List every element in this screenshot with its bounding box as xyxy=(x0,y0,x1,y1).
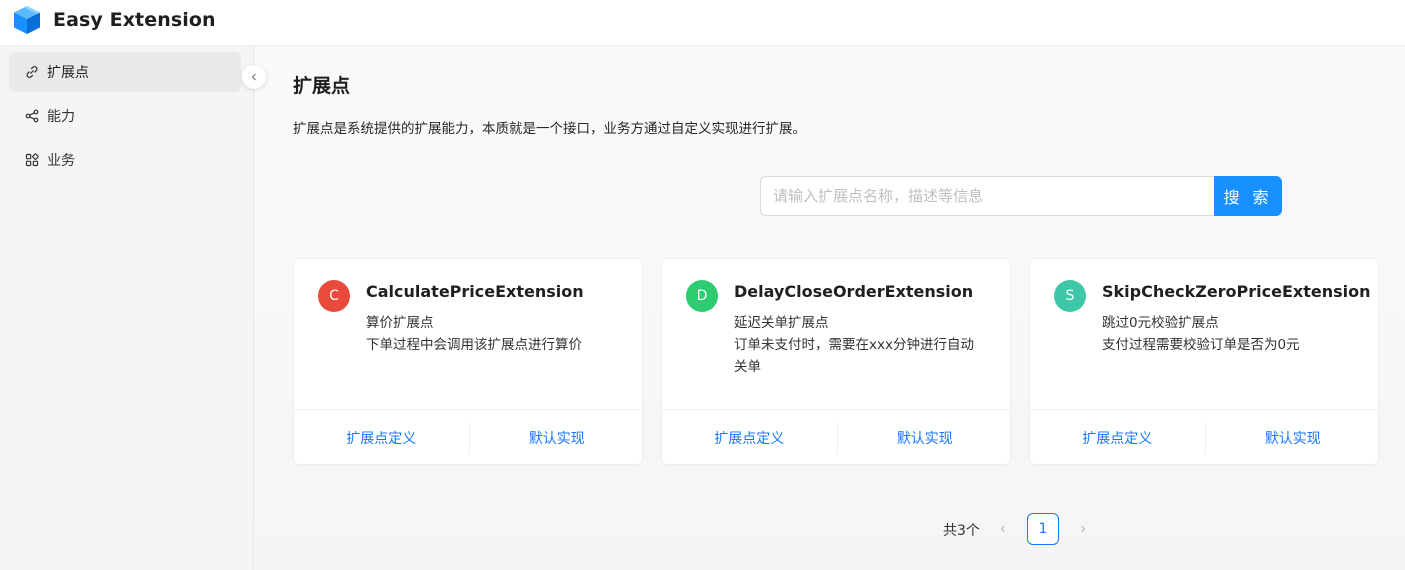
sidebar-item-business[interactable]: 业务 xyxy=(9,140,241,180)
sidebar: 扩展点 能力 业务 xyxy=(0,47,254,570)
sidebar-collapse-button[interactable] xyxy=(242,65,266,89)
chevron-right-icon xyxy=(1081,525,1086,533)
card-title[interactable]: SkipCheckZeroPriceExtension xyxy=(1102,282,1371,301)
pagination: 共3个 1 xyxy=(255,513,1405,545)
card-description-line: 支付过程需要校验订单是否为0元 xyxy=(1102,337,1300,353)
extension-definition-link[interactable]: 扩展点定义 xyxy=(294,428,469,448)
card-description: 延迟关单扩展点 订单未支付时，需要在xxx分钟进行自动关单 xyxy=(734,312,984,378)
app-title: Easy Extension xyxy=(53,9,216,31)
cube-icon xyxy=(14,6,40,34)
app-header: Easy Extension xyxy=(0,0,1405,46)
sidebar-item-capabilities[interactable]: 能力 xyxy=(9,96,241,136)
default-implementation-link[interactable]: 默认实现 xyxy=(838,428,1013,448)
card-description-line: 延迟关单扩展点 xyxy=(734,315,829,331)
default-implementation-link[interactable]: 默认实现 xyxy=(470,428,645,448)
prev-page-button[interactable] xyxy=(993,519,1013,539)
extension-definition-link[interactable]: 扩展点定义 xyxy=(662,428,837,448)
card-description-line: 算价扩展点 xyxy=(366,315,434,331)
card-title[interactable]: CalculatePriceExtension xyxy=(366,282,584,301)
sidebar-item-label: 业务 xyxy=(47,153,75,169)
card-description-line: 订单未支付时，需要在xxx分钟进行自动关单 xyxy=(734,337,974,375)
chevron-left-icon xyxy=(1000,525,1005,533)
card-actions: 扩展点定义 默认实现 xyxy=(662,409,1012,466)
default-implementation-link[interactable]: 默认实现 xyxy=(1206,428,1381,448)
next-page-button[interactable] xyxy=(1073,519,1093,539)
link-icon xyxy=(25,65,39,79)
main-content: 扩展点 扩展点是系统提供的扩展能力，本质就是一个接口，业务方通过自定义实现进行扩… xyxy=(255,47,1405,570)
extension-card: D DelayCloseOrderExtension 延迟关单扩展点 订单未支付… xyxy=(661,258,1012,466)
search-button[interactable]: 搜 索 xyxy=(1214,176,1282,216)
card-actions: 扩展点定义 默认实现 xyxy=(1030,409,1380,466)
card-description-line: 下单过程中会调用该扩展点进行算价 xyxy=(366,337,582,353)
extension-card: C CalculatePriceExtension 算价扩展点 下单过程中会调用… xyxy=(293,258,644,466)
grid-icon xyxy=(25,153,39,167)
page-number-button[interactable]: 1 xyxy=(1027,513,1059,545)
card-description-line: 跳过0元校验扩展点 xyxy=(1102,315,1219,331)
card-actions: 扩展点定义 默认实现 xyxy=(294,409,644,466)
card-description: 算价扩展点 下单过程中会调用该扩展点进行算价 xyxy=(366,312,616,356)
search-input[interactable] xyxy=(760,176,1214,216)
card-title[interactable]: DelayCloseOrderExtension xyxy=(734,282,973,301)
avatar: C xyxy=(318,280,350,312)
page-title: 扩展点 xyxy=(293,75,351,97)
sidebar-item-extension-points[interactable]: 扩展点 xyxy=(9,52,241,92)
chevron-left-icon xyxy=(251,73,256,81)
share-icon xyxy=(25,109,39,123)
sidebar-item-label: 扩展点 xyxy=(47,65,89,81)
extension-definition-link[interactable]: 扩展点定义 xyxy=(1030,428,1205,448)
page-description: 扩展点是系统提供的扩展能力，本质就是一个接口，业务方通过自定义实现进行扩展。 xyxy=(293,121,806,137)
pagination-total: 共3个 xyxy=(943,523,980,539)
card-description: 跳过0元校验扩展点 支付过程需要校验订单是否为0元 xyxy=(1102,312,1352,356)
extension-card: S SkipCheckZeroPriceExtension 跳过0元校验扩展点 … xyxy=(1029,258,1380,466)
avatar: S xyxy=(1054,280,1086,312)
avatar: D xyxy=(686,280,718,312)
sidebar-item-label: 能力 xyxy=(47,109,75,125)
